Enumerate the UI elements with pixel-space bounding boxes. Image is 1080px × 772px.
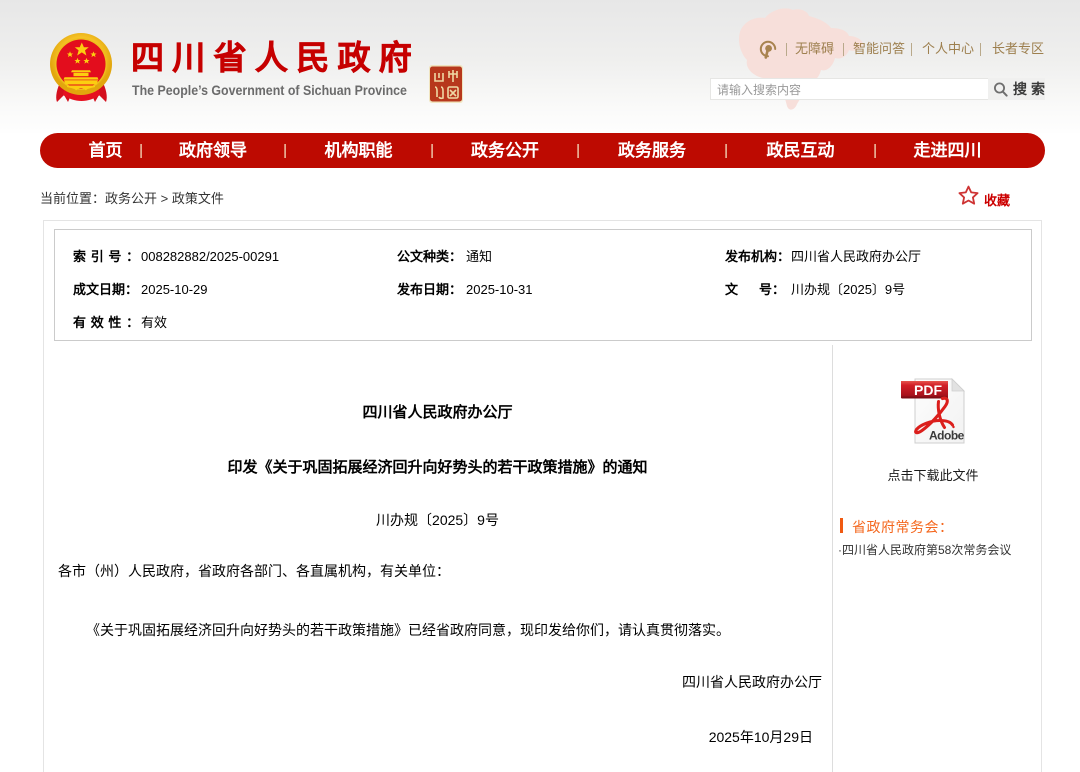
svg-text:PDF: PDF [914,382,942,398]
svg-text:Adobe: Adobe [929,429,965,443]
